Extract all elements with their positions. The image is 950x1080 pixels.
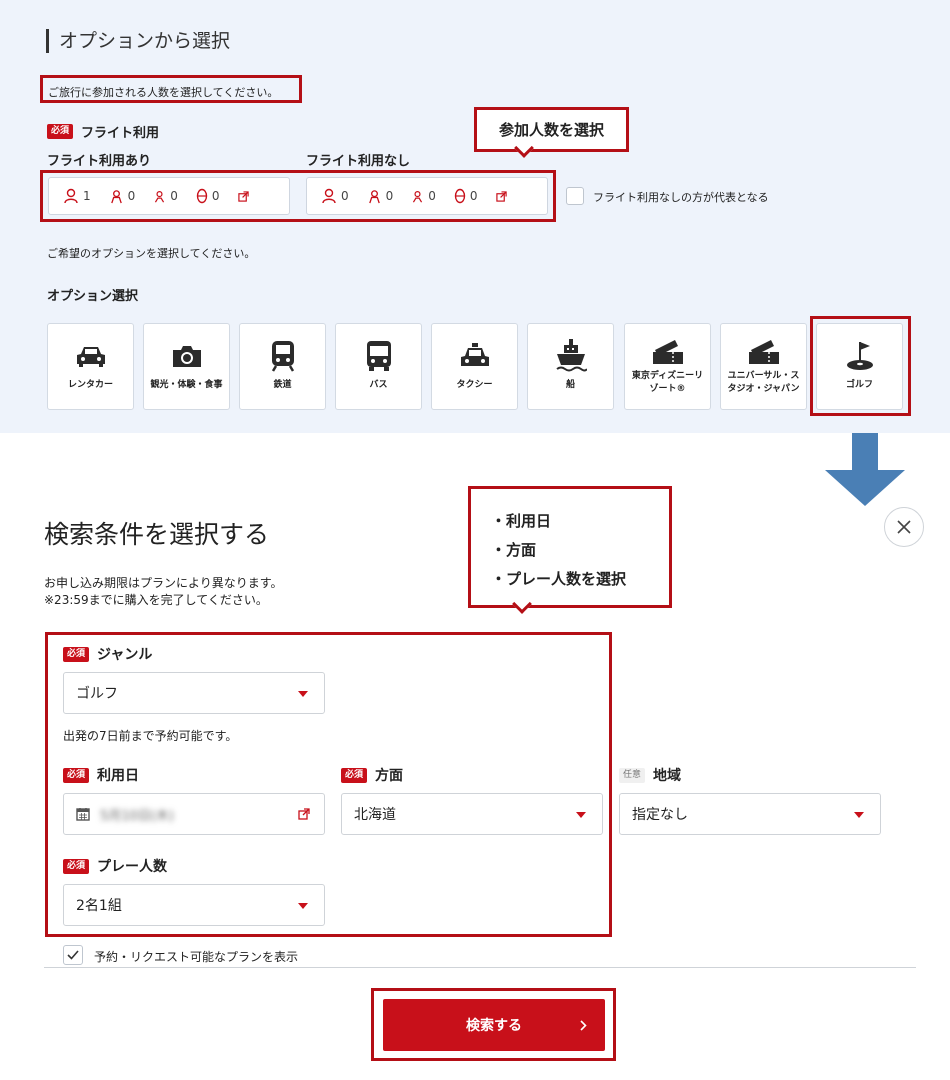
region-select[interactable]: 指定なし: [619, 793, 881, 835]
representative-checkbox[interactable]: [566, 187, 584, 205]
highlight-pax-selectors: [40, 170, 556, 222]
taxi-icon: [460, 343, 489, 366]
deadline-note-line1: お申し込み期限はプランにより異なります。: [44, 576, 283, 590]
deadline-note-line2: ※23:59までに購入を完了してください。: [44, 593, 268, 607]
callout-line: ・利用日: [491, 512, 552, 530]
callout-search-conditions: ・利用日 ・方面 ・プレー人数を選択: [468, 486, 672, 614]
option-tile-ship[interactable]: 船: [527, 323, 614, 410]
train-icon: [271, 341, 294, 372]
highlight-search-conditions: [45, 632, 612, 937]
camera-icon: [172, 346, 201, 367]
option-tile-universal-studios-japan[interactable]: ユニバーサル・ス タジオ・ジャパン: [720, 323, 807, 410]
highlight-golf-tile: [810, 316, 911, 416]
down-arrow-icon: [825, 433, 905, 506]
option-tile-rental-car[interactable]: レンタカー: [47, 323, 134, 410]
flight-no-label: フライト利用なし: [306, 154, 411, 169]
highlight-pax-prompt: [40, 75, 302, 103]
bus-icon: [366, 341, 391, 371]
search-title: 検索条件を選択する: [44, 520, 270, 549]
option-tile-train[interactable]: 鉄道: [239, 323, 326, 410]
region-value: 指定なし: [632, 807, 688, 823]
callout-tail: [512, 594, 532, 614]
deadline-note: お申し込み期限はプランにより異なります。 ※23:59までに購入を完了してくださ…: [44, 575, 283, 609]
callout-text: 参加人数を選択: [498, 121, 604, 139]
close-button[interactable]: [884, 507, 924, 547]
tile-label: 観光・体験・食事: [150, 380, 223, 390]
tile-label: 船: [565, 380, 575, 390]
highlight-search-button: [371, 988, 616, 1061]
options-section-title: オプションから選択: [46, 29, 230, 53]
tile-label: 鉄道: [273, 380, 292, 390]
callout-line: ・プレー人数を選択: [491, 570, 627, 588]
flight-heading: 必須 フライト利用: [47, 122, 159, 141]
tile-label: タクシー: [456, 380, 493, 390]
tile-label: レンタカー: [67, 380, 113, 390]
available-plans-checkbox[interactable]: [63, 945, 83, 965]
callout-select-pax: 参加人数を選択: [474, 107, 629, 158]
option-select-heading: オプション選択: [47, 289, 139, 304]
close-icon: [897, 520, 911, 534]
check-icon: [67, 950, 79, 960]
chevron-down-icon: [854, 812, 864, 818]
tile-label: ユニバーサル・ス タジオ・ジャパン: [727, 371, 800, 394]
required-badge: 必須: [47, 124, 74, 139]
option-tile-bus[interactable]: バス: [335, 323, 422, 410]
tile-label: 東京ディズニーリ ゾート®: [631, 371, 704, 394]
option-tile-tokyo-disney-resort[interactable]: 東京ディズニーリ ゾート®: [624, 323, 711, 410]
flight-yes-label: フライト利用あり: [47, 154, 152, 169]
optional-badge: 任意: [619, 767, 646, 783]
tile-label: バス: [369, 380, 388, 390]
ship-icon: [555, 339, 587, 372]
representative-checkbox-label: フライト利用なしの方が代表となる: [593, 191, 769, 204]
callout-line: ・方面: [491, 541, 537, 559]
divider: [44, 967, 916, 968]
car-icon: [76, 347, 105, 367]
ticket-icon: [748, 340, 779, 364]
ticket-icon: [652, 340, 683, 364]
flight-heading-label: フライト利用: [81, 126, 160, 141]
option-tile-sightseeing[interactable]: 観光・体験・食事: [143, 323, 230, 410]
option-tile-taxi[interactable]: タクシー: [431, 323, 518, 410]
available-plans-checkbox-label: 予約・リクエスト可能なプランを表示: [94, 950, 299, 964]
region-label-text: 地域: [653, 768, 682, 784]
region-label: 任意 地域: [619, 765, 681, 785]
option-prompt: ご希望のオプションを選択してください。: [47, 247, 256, 260]
